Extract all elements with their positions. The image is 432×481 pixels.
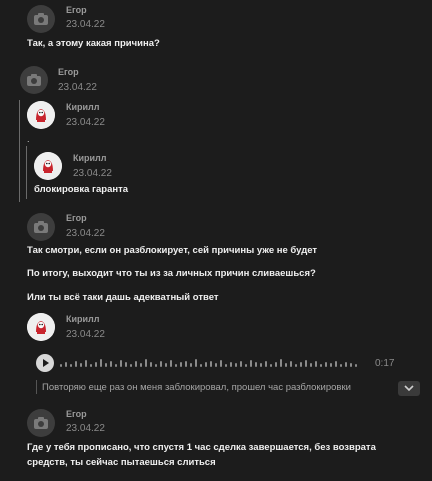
author-name[interactable]: Егор bbox=[66, 213, 87, 223]
audio-duration: 0:17 bbox=[375, 358, 395, 369]
message-text: Где у тебя прописано, что спустя 1 час с… bbox=[27, 442, 376, 468]
message-date: 23.04.22 bbox=[73, 168, 112, 179]
message-date: 23.04.22 bbox=[58, 82, 97, 93]
avatar-egor[interactable] bbox=[27, 409, 55, 437]
message-text-line: Или ты всё таки дашь адекватный ответ bbox=[27, 292, 219, 303]
message: Егор 23.04.22 Так смотри, если он разбло… bbox=[0, 208, 432, 308]
author-name[interactable]: Егор bbox=[66, 5, 87, 15]
avatar-egor[interactable] bbox=[27, 5, 55, 33]
author-name[interactable]: Кирилл bbox=[66, 102, 100, 112]
message: Кирилл 23.04.22 блокировка гаранта bbox=[0, 148, 432, 200]
avatar-kirill[interactable] bbox=[27, 101, 55, 129]
audio-waveform[interactable] bbox=[60, 354, 360, 372]
play-button[interactable] bbox=[36, 354, 54, 372]
message-text-line: По итогу, выходит что ты из за личных пр… bbox=[27, 268, 316, 279]
message: Егор 23.04.22 Так, а этому какая причина… bbox=[0, 0, 432, 58]
message-date: 23.04.22 bbox=[66, 19, 105, 30]
message-text: блокировка гаранта bbox=[34, 184, 129, 195]
message-date: 23.04.22 bbox=[66, 423, 105, 434]
message-text: . bbox=[27, 134, 30, 144]
author-name[interactable]: Кирилл bbox=[73, 153, 107, 163]
avatar-kirill[interactable] bbox=[27, 313, 55, 341]
kirill-avatar-image bbox=[34, 152, 62, 180]
camera-icon bbox=[27, 74, 41, 86]
camera-icon bbox=[34, 417, 48, 429]
camera-icon bbox=[34, 13, 48, 25]
avatar-egor[interactable] bbox=[20, 66, 48, 94]
message: Кирилл 23.04.22 . bbox=[0, 100, 432, 144]
expand-transcript-button[interactable] bbox=[398, 381, 420, 396]
message: Егор 23.04.22 bbox=[0, 60, 432, 98]
message-date: 23.04.22 bbox=[66, 117, 105, 128]
message-date: 23.04.22 bbox=[66, 329, 105, 340]
message: Кирилл 23.04.22 0:17 Повторяю еще раз он… bbox=[0, 310, 432, 402]
author-name[interactable]: Егор bbox=[66, 409, 87, 419]
author-name[interactable]: Егор bbox=[58, 67, 79, 77]
transcript-bar bbox=[36, 380, 37, 394]
author-name[interactable]: Кирилл bbox=[66, 314, 100, 324]
avatar-egor[interactable] bbox=[27, 213, 55, 241]
message: Егор 23.04.22 Где у тебя прописано, что … bbox=[0, 404, 432, 481]
message-text-line: Так смотри, если он разблокирует, сей пр… bbox=[27, 245, 318, 256]
audio-transcript: Повторяю еще раз он меня заблокировал, п… bbox=[42, 382, 351, 393]
camera-icon bbox=[34, 221, 48, 233]
avatar-kirill[interactable] bbox=[34, 152, 62, 180]
message-date: 23.04.22 bbox=[66, 228, 105, 239]
message-text: Так, а этому какая причина? bbox=[27, 38, 160, 49]
kirill-avatar-image bbox=[27, 101, 55, 129]
kirill-avatar-image bbox=[27, 313, 55, 341]
chevron-down-icon bbox=[404, 385, 414, 392]
